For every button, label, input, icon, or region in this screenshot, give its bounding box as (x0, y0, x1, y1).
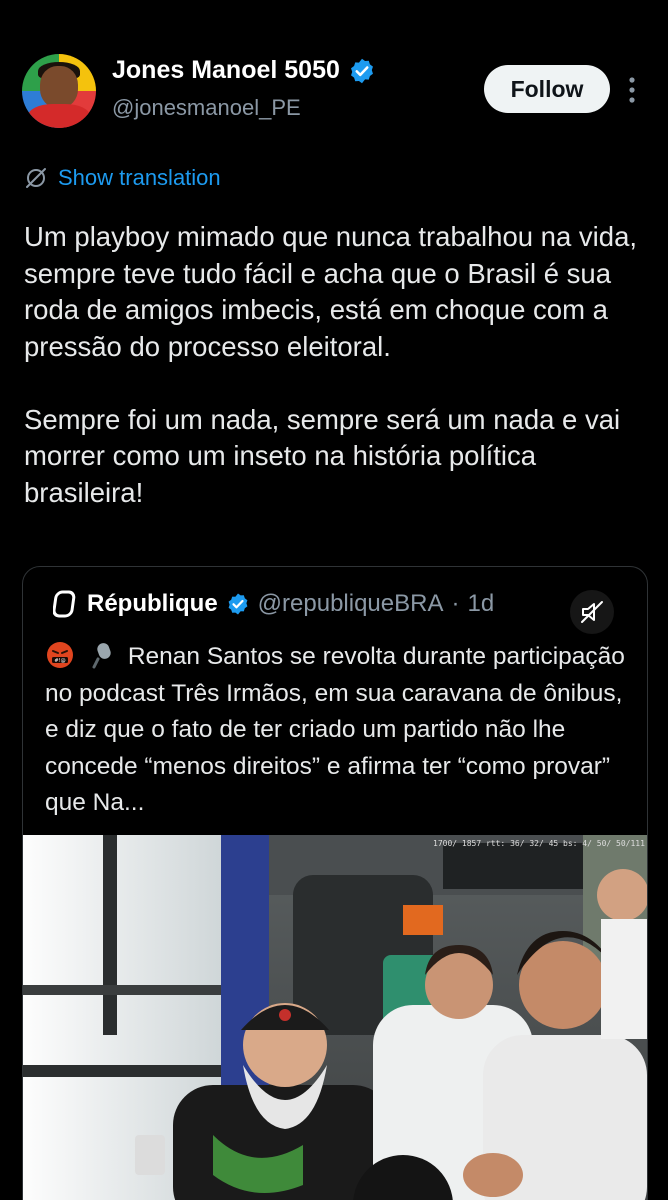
verified-badge-icon (350, 58, 373, 83)
author-avatar[interactable] (22, 54, 96, 128)
show-translation-link[interactable]: Show translation (24, 165, 221, 191)
video-stats-overlay: 1700/ 1857 rtt: 36/ 32/ 45 bs: 4/ 50/ 50… (433, 839, 645, 848)
show-translation-label[interactable]: Show translation (58, 165, 221, 191)
more-vertical-icon[interactable] (628, 76, 636, 104)
quoted-author-handle: @republiqueBRA (257, 590, 444, 617)
republique-avatar-icon (53, 590, 76, 618)
avatar-face-shape (40, 66, 78, 108)
angry-swearing-face-emoji: #!@ (47, 642, 73, 668)
quoted-tweet-video[interactable]: 1700/ 1857 rtt: 36/ 32/ 45 bs: 4/ 50/ 50… (23, 835, 647, 1200)
quoted-tweet-card[interactable]: République @republiqueBRA · 1d #!@ Renan… (22, 566, 648, 1200)
author-name-row[interactable]: Jones Manoel 5050 (112, 56, 376, 85)
avatar-shirt-shape (28, 104, 90, 128)
tweet-body-text: Um playboy mimado que nunca trabalhou na… (24, 221, 638, 508)
sound-off-icon (581, 601, 603, 623)
video-mute-button[interactable] (570, 590, 614, 634)
quoted-tweet-text: #!@ Renan Santos se revolta durante part… (45, 639, 635, 822)
quoted-tweet-header[interactable]: République @republiqueBRA · 1d (53, 589, 494, 619)
svg-text:#!@: #!@ (54, 658, 65, 664)
tweet-detail-page: Jones Manoel 5050 @jonesmanoel_PE Follow… (0, 0, 668, 1200)
quoted-tweet-body: Renan Santos se revolta durante particip… (45, 643, 625, 816)
quoted-verified-badge-icon (228, 593, 248, 615)
follow-button[interactable]: Follow (484, 65, 610, 113)
author-handle[interactable]: @jonesmanoel_PE (112, 95, 301, 121)
translate-slash-icon (26, 168, 46, 188)
bus-interior-scene (23, 835, 647, 1200)
quoted-timestamp: 1d (467, 590, 495, 617)
quoted-author-name: République (87, 590, 218, 617)
author-display-name[interactable]: Jones Manoel 5050 (112, 56, 340, 85)
microphone-emoji (92, 643, 111, 669)
quoted-separator: · (451, 590, 460, 617)
